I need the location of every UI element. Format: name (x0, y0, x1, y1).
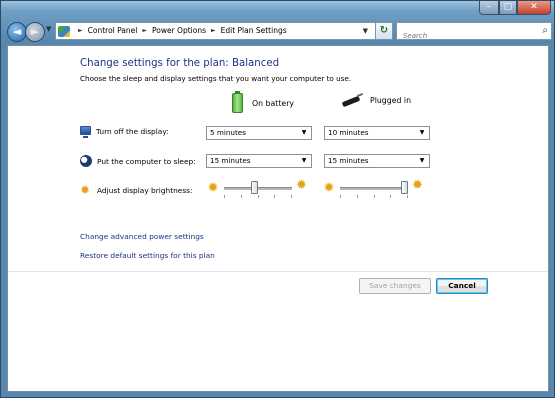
brightness-battery-slider[interactable]: ✹ (210, 178, 340, 203)
maximize-button[interactable]: ▢ (499, 1, 517, 15)
slider-tick (274, 195, 276, 198)
breadcrumb-chevron-icon[interactable]: ► (78, 23, 83, 39)
slider-tick (291, 195, 292, 198)
slider-tick (407, 195, 408, 198)
display-timeout-row-label: Turn off the display: (80, 126, 169, 138)
forward-arrow-icon: ► (30, 25, 40, 38)
battery-icon (232, 91, 243, 113)
forward-button[interactable]: ► (25, 22, 45, 42)
breadcrumb-edit-plan-settings[interactable]: Edit Plan Settings (221, 23, 287, 39)
chevron-down-icon: ▼ (419, 129, 425, 136)
display-timeout-battery-value: 5 minutes (210, 128, 246, 137)
search-box[interactable]: ⌕ (396, 22, 552, 44)
brightness-label: Adjust display brightness: (97, 185, 193, 195)
brightness-sun-icon: ✹ (80, 183, 91, 197)
save-changes-button[interactable]: Save changes (359, 278, 431, 294)
dim-brightness-icon (326, 184, 332, 190)
slider-tick (356, 195, 358, 198)
plugged-in-column-header: Plugged in (342, 93, 411, 107)
search-icon[interactable]: ⌕ (542, 25, 548, 36)
chevron-down-icon: ▼ (301, 157, 307, 164)
bright-brightness-icon: ✹ (412, 178, 423, 193)
sleep-timeout-battery-select[interactable]: 15 minutes ▼ (206, 154, 312, 168)
slider-tick (257, 195, 259, 198)
display-timeout-battery-select[interactable]: 5 minutes ▼ (206, 126, 312, 140)
sleep-timeout-battery-value: 15 minutes (210, 156, 251, 165)
breadcrumb-chevron-icon[interactable]: ► (211, 23, 216, 39)
advanced-power-settings-link[interactable]: Change advanced power settings (80, 232, 204, 241)
display-timeout-plugged-select[interactable]: 10 minutes ▼ (324, 126, 430, 140)
on-battery-label: On battery (252, 98, 295, 108)
slider-ticks (224, 195, 292, 198)
recent-pages-dropdown-icon[interactable]: ▼ (46, 25, 51, 33)
page-subtitle: Choose the sleep and display settings th… (80, 74, 352, 83)
slider-thumb[interactable] (401, 181, 408, 194)
search-input[interactable] (401, 28, 535, 44)
restore-defaults-link[interactable]: Restore default settings for this plan (80, 251, 215, 260)
dim-brightness-icon (210, 184, 216, 190)
slider-ticks (340, 195, 408, 198)
monitor-icon (80, 126, 91, 138)
chevron-down-icon: ▼ (301, 129, 307, 136)
refresh-icon: ↻ (379, 25, 389, 36)
slider-thumb[interactable] (251, 181, 259, 194)
display-timeout-label: Turn off the display: (96, 127, 169, 136)
breadcrumb-control-panel[interactable]: Control Panel (88, 23, 138, 39)
control-panel-icon (58, 25, 70, 37)
page-title: Change settings for the plan: Balanced (80, 58, 280, 69)
sleep-timeout-plugged-select[interactable]: 15 minutes ▼ (324, 154, 430, 168)
main-content: Change settings for the plan: Balanced C… (7, 45, 549, 392)
window-frame: – ▢ ✕ ◄ ► ▼ ► Control Panel ► Power Opti… (0, 0, 555, 398)
power-plug-icon (342, 93, 364, 107)
bright-brightness-icon: ✹ (296, 178, 307, 193)
chevron-down-icon: ▼ (419, 157, 425, 164)
footer-divider (8, 271, 548, 272)
sleep-moon-icon (80, 155, 92, 167)
back-arrow-icon: ◄ (12, 25, 22, 38)
close-button[interactable]: ✕ (517, 1, 551, 15)
slider-tick (373, 195, 375, 198)
slider-tick (340, 195, 341, 198)
slider-tick (240, 195, 242, 198)
brightness-plugged-slider[interactable]: ✹ (326, 178, 456, 203)
minimize-button[interactable]: – (479, 1, 499, 15)
slider-tick (390, 195, 392, 198)
breadcrumb-chevron-icon[interactable]: ► (142, 23, 147, 39)
address-bar[interactable]: ► Control Panel ► Power Options ► Edit P… (55, 22, 385, 40)
slider-tick (224, 195, 225, 198)
brightness-row-label: ✹ Adjust display brightness: (80, 184, 193, 196)
plugged-in-label: Plugged in (370, 95, 412, 105)
on-battery-column-header: On battery (232, 91, 295, 113)
address-dropdown-icon[interactable]: ▼ (363, 23, 368, 39)
back-button[interactable]: ◄ (7, 22, 27, 42)
display-timeout-plugged-value: 10 minutes (328, 128, 369, 137)
cancel-button[interactable]: Cancel (436, 278, 488, 294)
sleep-timeout-row-label: Put the computer to sleep: (80, 155, 196, 167)
slider-track[interactable] (340, 187, 408, 190)
window-controls: – ▢ ✕ (479, 1, 551, 15)
sleep-timeout-plugged-value: 15 minutes (328, 156, 369, 165)
refresh-button[interactable]: ↻ (375, 22, 393, 40)
breadcrumb-power-options[interactable]: Power Options (152, 23, 206, 39)
sleep-timeout-label: Put the computer to sleep: (97, 156, 196, 166)
navigation-bar: ◄ ► ▼ ► Control Panel ► Power Options ► … (7, 21, 552, 44)
